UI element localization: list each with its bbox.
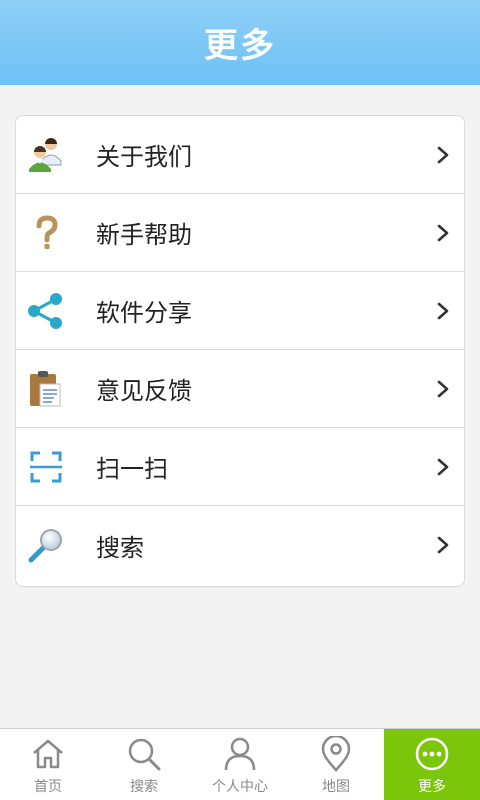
tab-label: 更多 <box>418 778 446 795</box>
menu-item-scan[interactable]: 扫一扫 <box>16 428 464 506</box>
clipboard-icon <box>26 369 66 409</box>
home-icon <box>28 734 68 774</box>
menu-item-label: 意见反馈 <box>96 377 192 405</box>
page-title: 更多 <box>204 26 276 66</box>
tab-label: 搜索 <box>130 778 158 795</box>
share-icon <box>26 291 66 331</box>
app-header: 更多 <box>0 0 480 85</box>
map-pin-icon <box>316 734 356 774</box>
tab-more[interactable]: 更多 <box>384 729 480 800</box>
menu-item-help[interactable]: 新手帮助 <box>16 194 464 272</box>
question-icon <box>26 213 66 253</box>
chevron-right-icon <box>437 146 449 163</box>
chevron-right-icon <box>437 224 449 241</box>
tab-label: 首页 <box>34 778 62 795</box>
tab-map[interactable]: 地图 <box>288 729 384 800</box>
tab-profile[interactable]: 个人中心 <box>192 729 288 800</box>
tab-label: 个人中心 <box>212 778 268 795</box>
bottom-tab-bar: 首页 搜索 个人中心 地图 更多 <box>0 728 480 800</box>
search-icon <box>124 734 164 774</box>
menu-list: 关于我们 新手帮助 软件分享 意见反馈 扫一扫 搜索 <box>15 115 465 587</box>
menu-item-feedback[interactable]: 意见反馈 <box>16 350 464 428</box>
magnifier-icon <box>26 525 66 565</box>
menu-item-search[interactable]: 搜索 <box>16 506 464 584</box>
chevron-right-icon <box>437 380 449 397</box>
menu-item-about-us[interactable]: 关于我们 <box>16 116 464 194</box>
menu-item-label: 搜索 <box>96 533 144 562</box>
tab-search[interactable]: 搜索 <box>96 729 192 800</box>
menu-item-label: 新手帮助 <box>96 221 192 249</box>
chevron-right-icon <box>437 302 449 319</box>
chevron-right-icon <box>437 458 449 475</box>
more-icon <box>412 734 452 774</box>
scan-icon <box>26 447 66 487</box>
menu-item-label: 软件分享 <box>96 299 192 327</box>
menu-item-label: 关于我们 <box>96 143 192 171</box>
person-icon <box>220 734 260 774</box>
chevron-right-icon <box>437 536 449 554</box>
menu-item-share[interactable]: 软件分享 <box>16 272 464 350</box>
menu-item-label: 扫一扫 <box>96 455 168 483</box>
tab-label: 地图 <box>322 778 350 795</box>
users-icon <box>26 135 66 175</box>
tab-home[interactable]: 首页 <box>0 729 96 800</box>
